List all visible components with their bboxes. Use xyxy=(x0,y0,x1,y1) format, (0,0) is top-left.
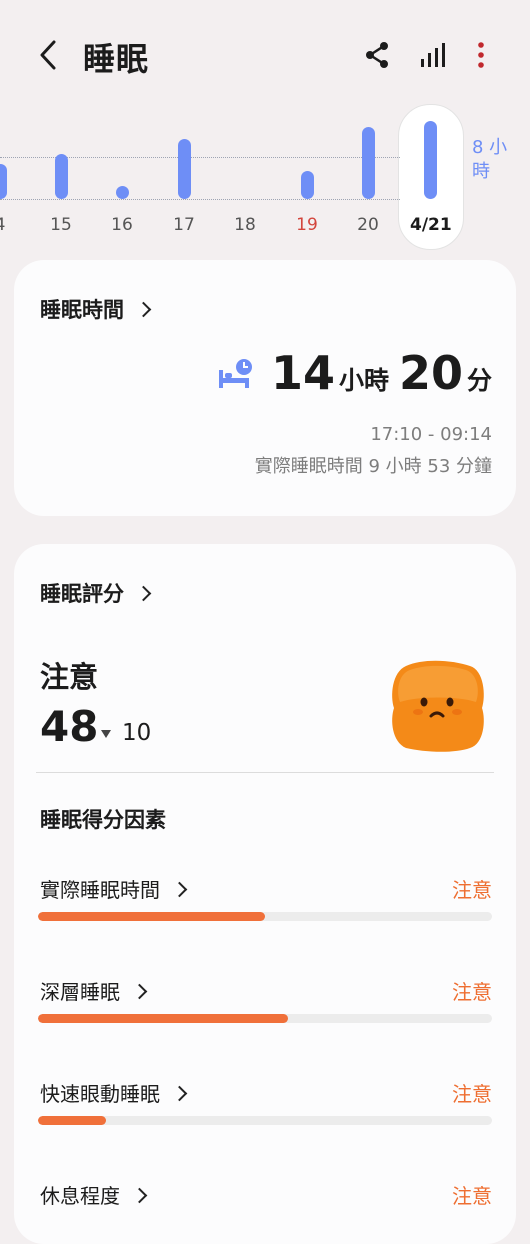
chevron-right-icon xyxy=(171,881,188,898)
chart-bar[interactable] xyxy=(115,186,129,199)
page-title: 睡眠 xyxy=(83,40,150,78)
sleep-score-title[interactable]: 睡眠評分 xyxy=(40,578,152,608)
chart-day-label[interactable]: 18 xyxy=(225,215,265,235)
factor-state: 注意 xyxy=(452,980,492,1004)
app-header: 睡眠 xyxy=(0,0,530,110)
factor-rem-sleep[interactable]: 快速眼動睡眠 xyxy=(40,1078,188,1107)
down-triangle-icon xyxy=(101,730,111,738)
chart-day-label[interactable]: 16 xyxy=(102,215,142,235)
factor-progress xyxy=(38,912,492,921)
score-delta: 10 xyxy=(122,720,152,746)
actual-sleep-time: 實際睡眠時間 9 小時 53 分鐘 xyxy=(254,456,492,477)
chart-day-label[interactable]: 17 xyxy=(164,215,204,235)
factor-deep-sleep[interactable]: 深層睡眠 xyxy=(40,976,148,1005)
chart-day-label[interactable]: 4/21 xyxy=(410,215,452,235)
share-icon[interactable] xyxy=(363,40,391,70)
baseline xyxy=(0,199,400,200)
score-value: 48 xyxy=(40,702,99,751)
factor-state: 注意 xyxy=(452,878,492,902)
sleep-range: 17:10 - 09:14 xyxy=(370,424,492,445)
chart-bar[interactable] xyxy=(423,121,437,199)
bed-icon xyxy=(218,359,252,388)
chevron-right-icon xyxy=(135,585,152,602)
chart-day-label[interactable]: 19 xyxy=(287,215,327,235)
score-status: 注意 xyxy=(40,660,99,694)
sleep-minutes: 20 xyxy=(398,346,463,400)
chart-bar[interactable] xyxy=(54,154,68,199)
factor-restfulness[interactable]: 休息程度 xyxy=(40,1180,148,1209)
sleep-duration: 14 小時 20 分 xyxy=(217,346,492,400)
factor-progress xyxy=(38,1116,492,1125)
sleep-time-card[interactable]: 睡眠時間 14 小時 20 分 17:10 - 09:14 實際睡眠時間 9 小… xyxy=(14,260,516,516)
hours-unit: 小時 xyxy=(338,366,389,395)
chevron-right-icon xyxy=(135,301,152,318)
chart-day-label[interactable]: 4 xyxy=(0,215,20,235)
factors-title: 睡眠得分因素 xyxy=(40,808,166,832)
sleep-hours: 14 xyxy=(270,346,335,400)
factor-state: 注意 xyxy=(452,1082,492,1106)
more-vertical-icon[interactable] xyxy=(467,40,495,70)
goal-label: 8 小時 xyxy=(472,137,508,182)
chevron-right-icon xyxy=(131,983,148,1000)
chart-day-label[interactable]: 20 xyxy=(348,215,388,235)
chart-bar[interactable] xyxy=(361,127,375,199)
factor-state: 注意 xyxy=(452,1184,492,1208)
sleep-score-card[interactable]: 睡眠評分 注意 48 10 睡眠得分因素 實際睡眠時間 注意 深層睡眠 注意 快… xyxy=(14,544,516,1244)
chevron-right-icon xyxy=(171,1085,188,1102)
chevron-right-icon xyxy=(131,1187,148,1204)
chart-day-label[interactable]: 15 xyxy=(41,215,81,235)
bar-stats-icon[interactable] xyxy=(418,40,446,70)
chart-bar[interactable] xyxy=(177,139,191,199)
chart-bar[interactable] xyxy=(0,164,7,199)
sad-mascot-icon xyxy=(392,660,484,752)
sleep-time-title[interactable]: 睡眠時間 xyxy=(40,294,152,324)
back-arrow-icon[interactable] xyxy=(34,38,64,72)
divider xyxy=(36,772,494,773)
factor-progress xyxy=(38,1014,492,1023)
minutes-unit: 分 xyxy=(466,366,492,395)
factor-actual-sleep[interactable]: 實際睡眠時間 xyxy=(40,874,188,903)
chart-bar[interactable] xyxy=(300,171,314,199)
